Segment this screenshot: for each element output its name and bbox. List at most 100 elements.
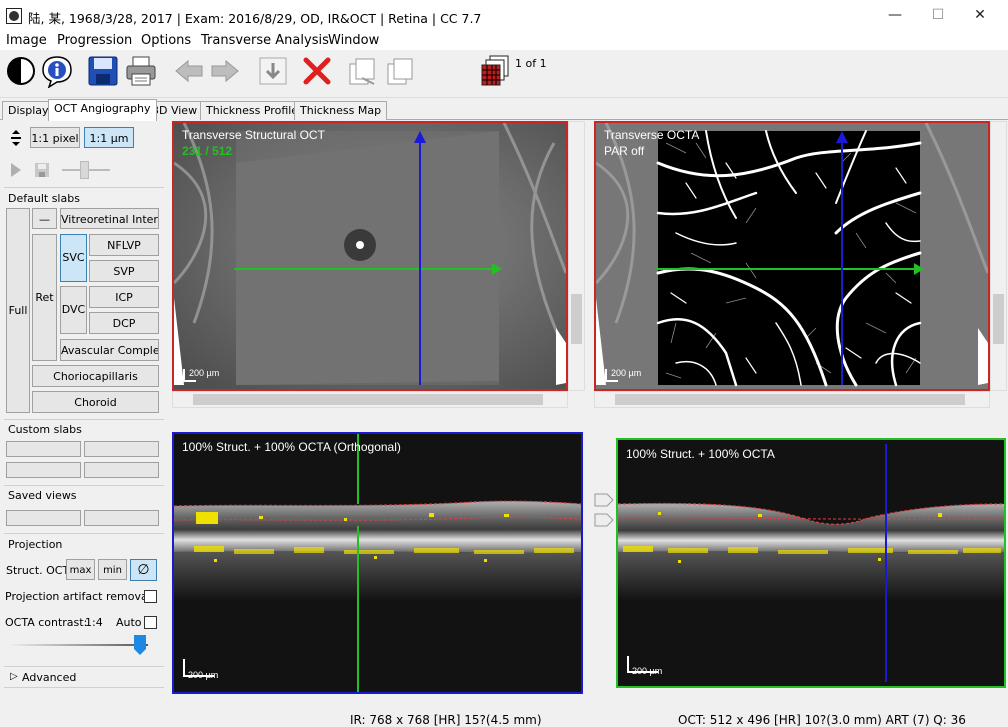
- octa-contrast-slider-thumb[interactable]: [134, 635, 146, 655]
- separator: [4, 666, 164, 667]
- fit-height-icon[interactable]: [8, 129, 24, 147]
- link-views-icon[interactable]: [593, 490, 615, 530]
- import-icon[interactable]: [256, 54, 290, 88]
- scrollbar-thumb[interactable]: [993, 294, 1004, 344]
- custom-slab-3-button[interactable]: [6, 462, 81, 478]
- tab-thickness-profile[interactable]: Thickness Profile: [200, 101, 305, 120]
- projection-none-button[interactable]: ∅: [130, 559, 157, 581]
- slab-ret-button[interactable]: Ret: [32, 234, 57, 361]
- saved-view-1-button[interactable]: [6, 510, 81, 526]
- slab-vitreoretinal-button[interactable]: Vitreoretinal Interf.: [60, 208, 159, 229]
- zoom-1to1-pixel-button[interactable]: 1:1 pixel: [30, 127, 80, 148]
- vertical-scrollbar[interactable]: [990, 121, 1007, 391]
- custom-slab-1-button[interactable]: [6, 441, 81, 457]
- slab-choriocapillaris-button[interactable]: Choriocapillaris: [32, 365, 159, 387]
- play-icon[interactable]: [10, 162, 22, 178]
- tab-thickness-map[interactable]: Thickness Map: [294, 101, 388, 120]
- scale-bar-label: 200 µm: [611, 368, 642, 378]
- custom-slabs-label: Custom slabs: [8, 423, 82, 436]
- left-panel: 1:1 pixel 1:1 µm Default slabs Full — Vi…: [0, 121, 168, 713]
- custom-slab-4-button[interactable]: [84, 462, 159, 478]
- slice-coordinate: 231 / 512: [182, 144, 233, 158]
- save-icon[interactable]: [86, 54, 120, 88]
- advanced-arrow-icon[interactable]: ▷: [10, 671, 18, 682]
- slab-dvc-button[interactable]: DVC: [60, 286, 87, 334]
- slab-choroid-button[interactable]: Choroid: [32, 391, 159, 413]
- close-window-button[interactable]: ✕: [970, 6, 990, 24]
- view-title: 100% Struct. + 100% OCTA: [626, 447, 775, 461]
- tab-display[interactable]: Display: [2, 101, 55, 120]
- menu-window[interactable]: Window: [328, 33, 379, 48]
- octa-contrast-value: 1:4: [85, 616, 103, 629]
- slab-svp-button[interactable]: SVP: [89, 260, 159, 282]
- menu-progression[interactable]: Progression: [57, 33, 132, 48]
- scale-bar-label: 200 µm: [189, 368, 220, 378]
- horizontal-scrollbar[interactable]: [594, 391, 990, 408]
- projection-artifact-removal-label: Projection artifact removal: [5, 590, 151, 603]
- report-pages-icon[interactable]: [478, 54, 512, 88]
- octa-contrast-label: OCTA contrast:: [5, 616, 88, 629]
- menu-transverse-analysis[interactable]: Transverse Analysis: [201, 33, 329, 48]
- projection-min-button[interactable]: min: [98, 559, 127, 580]
- separator: [4, 687, 164, 688]
- back-arrow-icon[interactable]: [172, 54, 206, 88]
- slab-dcp-button[interactable]: DCP: [89, 312, 159, 334]
- slab-avascular-complex-button[interactable]: Avascular Complex: [60, 339, 159, 361]
- transverse-octa-view[interactable]: Transverse OCTA PAR off 200 µm: [594, 121, 990, 391]
- slab-dash-button[interactable]: —: [32, 208, 57, 229]
- bscan-view[interactable]: 100% Struct. + 100% OCTA 200 µm: [616, 438, 1006, 688]
- separator: [4, 533, 164, 534]
- par-status: PAR off: [604, 144, 645, 158]
- info-icon[interactable]: [40, 54, 74, 88]
- scrollbar-thumb[interactable]: [193, 394, 543, 405]
- vertical-scrollbar[interactable]: [568, 121, 585, 391]
- slab-icp-button[interactable]: ICP: [89, 286, 159, 308]
- auto-contrast-checkbox[interactable]: [144, 616, 157, 629]
- separator: [4, 419, 164, 420]
- zoom-1to1-um-button[interactable]: 1:1 µm: [84, 127, 134, 148]
- menu-bar: Image Progression Options Transverse Ana…: [0, 31, 1008, 50]
- struct-oct-label: Struct. OCT:: [6, 564, 72, 577]
- slab-nflvp-button[interactable]: NFLVP: [89, 234, 159, 256]
- octa-angiogram-image: [596, 123, 988, 389]
- toolbar: 1 of 1: [0, 50, 1008, 98]
- scrollbar-thumb[interactable]: [571, 294, 582, 344]
- projection-max-button[interactable]: max: [66, 559, 95, 580]
- saved-view-2-button[interactable]: [84, 510, 159, 526]
- bscan-orthogonal-view[interactable]: 100% Struct. + 100% OCTA (Orthogonal) 20…: [172, 432, 583, 694]
- horizontal-scrollbar[interactable]: [172, 391, 568, 408]
- app-icon: [6, 8, 22, 24]
- paste-pages-icon[interactable]: [384, 54, 418, 88]
- slab-full-button[interactable]: Full: [6, 208, 30, 413]
- disk-icon[interactable]: [34, 162, 50, 178]
- maximize-button[interactable]: ☐: [928, 6, 948, 24]
- menu-options[interactable]: Options: [141, 33, 191, 48]
- contrast-icon[interactable]: [4, 54, 38, 88]
- page-count: 1 of 1: [515, 57, 547, 70]
- fundus-structural-image: [174, 123, 566, 389]
- scrollbar-thumb[interactable]: [615, 394, 965, 405]
- print-icon[interactable]: [124, 54, 158, 88]
- tab-oct-angiography[interactable]: OCT Angiography: [48, 99, 157, 121]
- transverse-structural-oct-view[interactable]: Transverse Structural OCT 231 / 512 200 …: [172, 121, 568, 391]
- playback-slider-thumb[interactable]: [80, 161, 89, 179]
- slab-svc-button[interactable]: SVC: [60, 234, 87, 282]
- projection-label: Projection: [8, 538, 63, 551]
- separator: [4, 187, 164, 188]
- advanced-section-label[interactable]: Advanced: [22, 671, 76, 684]
- window-title: 陆, 某, 1968/3/28, 2017 | Exam: 2016/8/29,…: [28, 11, 482, 26]
- separator: [4, 485, 164, 486]
- default-slabs-label: Default slabs: [8, 192, 80, 205]
- octa-contrast-slider-track: [8, 644, 148, 646]
- bscan-orthogonal-image: [174, 434, 581, 692]
- menu-image[interactable]: Image: [6, 33, 47, 48]
- custom-slab-2-button[interactable]: [84, 441, 159, 457]
- scale-bar-label: 200 µm: [188, 670, 219, 680]
- projection-artifact-removal-checkbox[interactable]: [144, 590, 157, 603]
- view-title: Transverse OCTA: [604, 128, 700, 142]
- minimize-button[interactable]: —: [885, 6, 905, 24]
- status-bar: IR: 768 x 768 [HR] 15?(4.5 mm) OCT: 512 …: [0, 713, 1008, 727]
- forward-arrow-icon[interactable]: [208, 54, 242, 88]
- delete-icon[interactable]: [300, 54, 334, 88]
- copy-pages-icon[interactable]: [346, 54, 380, 88]
